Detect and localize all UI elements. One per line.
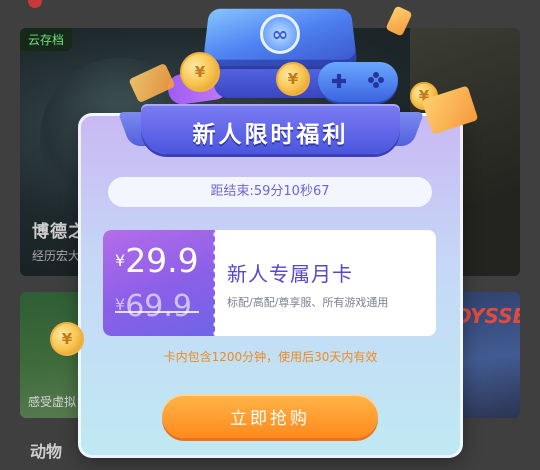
coin-icon: ¥ bbox=[180, 52, 220, 92]
notification-dot bbox=[28, 0, 42, 8]
offer-description: 标配/高配/尊享服、所有游戏通用 bbox=[227, 296, 389, 309]
coin-icon: ¥ bbox=[50, 322, 84, 356]
offer-name: 新人专属月卡 bbox=[227, 262, 353, 286]
cloud-logo-icon: ∞ bbox=[260, 14, 300, 54]
game-subtitle: 感受虚拟 bbox=[28, 395, 77, 409]
price-block: ¥29.9 ¥69.9 bbox=[103, 230, 216, 336]
modal-header-ribbon: 新人限时福利 bbox=[141, 104, 400, 154]
coin-icon: ¥ bbox=[276, 62, 310, 96]
usage-note: 卡内包含1200分钟，使用后30天内有效 bbox=[163, 350, 378, 364]
strikethrough-line bbox=[115, 311, 199, 313]
cloud-save-tag: 云存档 bbox=[20, 28, 73, 51]
gamepad-icon bbox=[318, 62, 398, 102]
countdown-timer: 距结束:59分10秒67 bbox=[108, 177, 432, 207]
modal-title: 新人限时福利 bbox=[192, 122, 349, 148]
section-heading: 动物 bbox=[30, 442, 63, 461]
game-subtitle: 经历宏大 bbox=[32, 249, 81, 263]
current-price-value: 29.9 bbox=[125, 241, 199, 280]
offer-card[interactable]: ¥29.9 ¥69.9 新人专属月卡 标配/高配/尊享服、所有游戏通用 bbox=[103, 230, 436, 336]
original-price-value: 69.9 bbox=[125, 289, 192, 324]
buy-now-button[interactable]: 立即抢购 bbox=[162, 394, 378, 438]
current-price: ¥29.9 bbox=[115, 241, 199, 280]
currency-symbol: ¥ bbox=[115, 251, 126, 270]
original-price: ¥69.9 bbox=[115, 289, 192, 324]
